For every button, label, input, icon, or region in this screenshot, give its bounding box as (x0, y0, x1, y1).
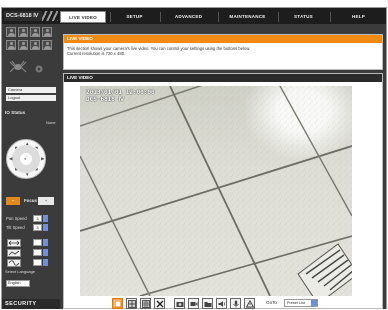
brand-footer: SECURITY (2, 299, 60, 309)
camera-4-icon[interactable] (42, 27, 52, 37)
camera-2-icon[interactable] (18, 27, 28, 37)
camera-1-icon[interactable] (6, 27, 16, 37)
arrow-down-left-icon[interactable]: ◣ (15, 167, 18, 172)
tab-help[interactable]: HELP (330, 12, 386, 22)
talk-button[interactable] (230, 298, 241, 309)
info-text-line2: Current resolution is 720 x 480. (67, 51, 126, 56)
tab-live-video[interactable]: LIVE VIDEO (60, 11, 106, 23)
sidebar-link-logout[interactable]: Logout (6, 95, 56, 101)
tilt-speed-dropdown-icon[interactable] (43, 224, 48, 231)
tab-maintenance[interactable]: MAINTENANCE (218, 12, 276, 22)
folder-icon (204, 302, 212, 307)
zoom-plus-button[interactable]: + (38, 197, 54, 205)
tilt-speed-row: Tilt Speed 3 (6, 224, 58, 232)
zoom-minus-button[interactable]: − (6, 197, 20, 205)
home-icon[interactable]: ● (24, 157, 26, 161)
patrol-row (6, 259, 58, 267)
snapshot-button[interactable] (174, 298, 185, 309)
spider-icon (9, 60, 27, 73)
live-video-panel: LIVE VIDEO 2013/01/01 12:00:00 DCS-6818 … (63, 73, 383, 309)
microphone-icon (233, 300, 239, 308)
camera-8-icon[interactable] (42, 40, 52, 50)
arrow-up-left-icon[interactable]: ◤ (15, 146, 18, 151)
listen-button[interactable] (216, 298, 227, 309)
tab-setup[interactable]: SETUP (110, 12, 158, 22)
arrow-up-right-icon[interactable]: ◥ (35, 146, 38, 151)
tab-status[interactable]: STATUS (278, 12, 328, 22)
speaker-icon (218, 301, 225, 307)
arrow-left-icon[interactable]: ◀ (9, 156, 12, 162)
language-select[interactable]: English (6, 280, 30, 287)
auto-pan-dropdown-icon[interactable] (43, 249, 48, 256)
arrow-down-right-icon[interactable]: ◢ (35, 167, 38, 172)
video-toolbar: GoTo Preset List (112, 298, 372, 309)
auto-pan-row (6, 249, 58, 257)
auto-pan-icon[interactable] (7, 249, 21, 257)
camera-3-icon[interactable] (30, 27, 40, 37)
tilt-speed-select[interactable]: 3 (33, 224, 42, 231)
horizontal-patrol-dropdown-icon[interactable] (43, 239, 48, 246)
info-description: This section shows your camera's live vi… (67, 46, 367, 56)
nine-view-button[interactable] (140, 298, 151, 309)
select-language-label: Select Language (5, 269, 36, 274)
pan-speed-row: Pan Speed 3 (6, 215, 58, 223)
arrow-right-icon[interactable]: ▶ (41, 156, 44, 162)
io-status-label: IO Status (5, 110, 26, 115)
top-nav: DCS-6818 Ⅳ LIVE VIDEO SETUP ADVANCED MAI… (2, 8, 386, 24)
gear-icon (35, 65, 43, 73)
osd-camera-name: DCS-6818 Ⅳ (86, 95, 125, 103)
warning-triangle-icon (246, 300, 254, 308)
video-feed[interactable]: 2013/01/01 12:00:00 DCS-6818 Ⅳ (80, 86, 352, 296)
horizontal-patrol-row (6, 239, 58, 247)
browser-frame: DCS-6818 Ⅳ LIVE VIDEO SETUP ADVANCED MAI… (1, 7, 387, 309)
fullscreen-icon (156, 300, 164, 308)
pan-speed-select[interactable]: 3 (33, 215, 42, 222)
nine-view-icon (142, 300, 150, 308)
camera-5-icon[interactable] (6, 40, 16, 50)
record-icon (190, 302, 198, 306)
patrol-icon[interactable] (7, 259, 21, 267)
live-video-title: LIVE VIDEO (64, 74, 382, 82)
horizontal-patrol-icon[interactable] (7, 239, 21, 247)
preset-dropdown-icon[interactable] (311, 300, 317, 306)
quad-view-button[interactable] (126, 298, 137, 309)
pan-speed-label: Pan Speed (6, 216, 27, 221)
auto-pan-select[interactable] (33, 249, 42, 256)
sidebar: Camera Logout IO Status None ▲ ▼ ◀ ▶ ◤ ◥… (2, 24, 60, 309)
main-content: LIVE VIDEO This section shows your camer… (60, 24, 386, 309)
arrow-down-icon[interactable]: ▼ (25, 172, 29, 178)
horizontal-patrol-select[interactable] (33, 239, 42, 246)
tab-advanced[interactable]: ADVANCED (160, 12, 216, 22)
single-view-icon (114, 300, 122, 308)
arrow-up-icon[interactable]: ▲ (25, 141, 29, 147)
pan-speed-dropdown-icon[interactable] (43, 215, 48, 222)
fullscreen-button[interactable] (154, 298, 165, 309)
preset-list-select[interactable]: Preset List (284, 299, 318, 307)
camera-6-icon[interactable] (18, 40, 28, 50)
brand-stripes (42, 11, 58, 21)
info-title: LIVE VIDEO (64, 35, 382, 43)
record-button[interactable] (188, 298, 199, 309)
storage-button[interactable] (202, 298, 213, 309)
patrol-select[interactable] (33, 259, 42, 266)
mode-label: None (46, 120, 56, 125)
ptz-joystick[interactable]: ▲ ▼ ◀ ▶ ◤ ◥ ◣ ◢ ● (6, 139, 46, 179)
light-button[interactable] (244, 298, 255, 309)
video-osd: 2013/01/01 12:00:00 DCS-6818 Ⅳ (86, 89, 155, 103)
preset-list-value: Preset List (287, 301, 305, 305)
sidebar-link-camera[interactable]: Camera (6, 87, 56, 93)
info-panel: LIVE VIDEO This section shows your camer… (63, 34, 383, 70)
tilt-speed-label: Tilt Speed (6, 225, 25, 230)
single-view-button[interactable] (112, 298, 123, 309)
patrol-dropdown-icon[interactable] (43, 259, 48, 266)
zoom-row: − Focus + (6, 197, 56, 205)
goto-label: GoTo (266, 300, 277, 305)
ceiling-tiles-image (80, 86, 352, 296)
camera-7-icon[interactable] (30, 40, 40, 50)
focus-label: Focus (24, 198, 37, 203)
quad-view-icon (128, 300, 136, 308)
camera-snapshot-icon (176, 302, 184, 307)
